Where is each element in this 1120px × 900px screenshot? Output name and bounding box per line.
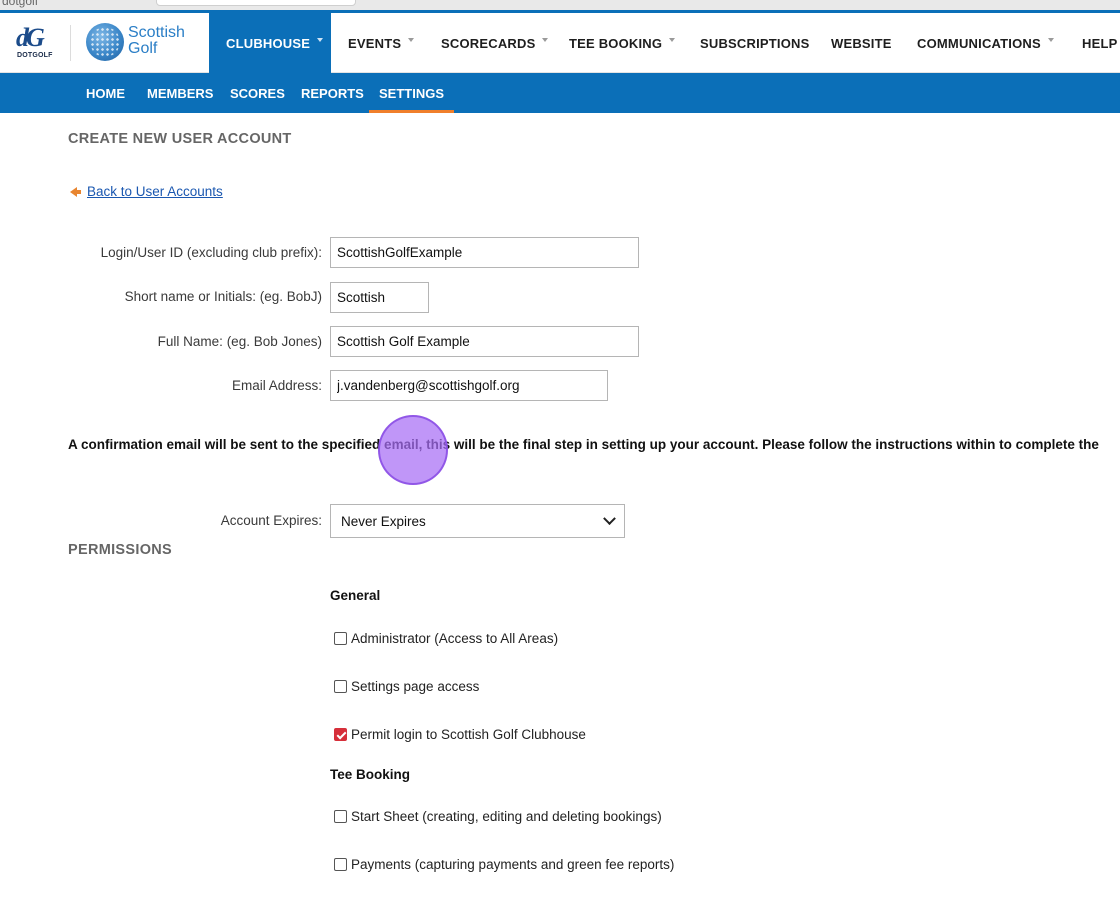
administrator-checkbox[interactable] — [334, 632, 347, 645]
click-indicator — [378, 415, 448, 485]
scottish-golf-line1: Scottish — [128, 24, 185, 41]
payments-checkbox[interactable] — [334, 858, 347, 871]
page-title: CREATE NEW USER ACCOUNT — [68, 131, 292, 147]
start-sheet-label: Start Sheet (creating, editing and delet… — [351, 809, 662, 824]
permit-login-label: Permit login to Scottish Golf Clubhouse — [351, 727, 586, 742]
full-name-label: Full Name: (eg. Bob Jones) — [157, 334, 322, 349]
login-id-input[interactable] — [330, 237, 639, 268]
chevron-down-icon — [669, 38, 676, 42]
nav-communications-label: COMMUNICATIONS — [917, 35, 1041, 51]
top-navigation: dG DOTGOLF Scottish Golf CLUBHOUSE EVENT… — [0, 13, 1120, 73]
nav-scorecards-label: SCORECARDS — [441, 35, 536, 51]
nav-tee-booking-label: TEE BOOKING — [569, 35, 663, 51]
confirmation-notice: A confirmation email will be sent to the… — [68, 437, 1099, 452]
sub-navigation: HOME MEMBERS SCORES REPORTS SETTINGS — [0, 73, 1120, 113]
nav-subscriptions-label: SUBSCRIPTIONS — [700, 35, 810, 51]
nav-communications[interactable]: COMMUNICATIONS — [917, 13, 1054, 73]
chevron-down-icon — [317, 38, 324, 42]
chevron-down-icon — [542, 38, 549, 42]
nav-scorecards[interactable]: SCORECARDS — [441, 13, 549, 73]
nav-events-label: EVENTS — [348, 35, 402, 51]
nav-events[interactable]: EVENTS — [348, 13, 415, 73]
browser-tab-text: dotgolf — [2, 0, 39, 8]
account-expires-label: Account Expires: — [220, 513, 322, 528]
login-id-label: Login/User ID (excluding club prefix): — [100, 245, 322, 260]
scottish-golf-line2: Golf — [128, 40, 158, 57]
nav-clubhouse[interactable]: CLUBHOUSE — [209, 13, 331, 73]
dotgolf-logo-text: DOTGOLF — [17, 52, 53, 59]
account-expires-select[interactable]: Never Expires — [330, 504, 625, 538]
settings-access-checkbox[interactable] — [334, 680, 347, 693]
back-to-user-accounts-link[interactable]: Back to User Accounts — [70, 184, 223, 199]
dotgolf-logo[interactable]: dG DOTGOLF — [14, 23, 58, 63]
permit-login-checkbox[interactable] — [334, 728, 347, 741]
payments-label: Payments (capturing payments and green f… — [351, 857, 675, 872]
nav-help-label: HELP — [1082, 35, 1118, 51]
email-address-label: Email Address: — [231, 378, 322, 393]
address-bar[interactable] — [156, 0, 356, 6]
nav-website-label: WEBSITE — [831, 35, 892, 51]
chevron-down-icon — [408, 38, 415, 42]
full-name-input[interactable] — [330, 326, 639, 357]
chevron-down-icon — [603, 511, 616, 525]
tee-booking-group-title: Tee Booking — [330, 767, 411, 782]
short-name-label: Short name or Initials: (eg. BobJ) — [124, 289, 322, 304]
subnav-members[interactable]: MEMBERS — [147, 73, 213, 113]
perm-start-sheet[interactable]: Start Sheet (creating, editing and delet… — [334, 809, 662, 824]
administrator-label: Administrator (Access to All Areas) — [351, 631, 559, 646]
chevron-down-icon — [1047, 38, 1054, 42]
short-name-input[interactable] — [330, 282, 429, 313]
nav-clubhouse-label: CLUBHOUSE — [226, 35, 311, 51]
nav-website[interactable]: WEBSITE — [831, 13, 892, 73]
nav-subscriptions[interactable]: SUBSCRIPTIONS — [700, 13, 810, 73]
subnav-home[interactable]: HOME — [86, 73, 125, 113]
email-address-input[interactable] — [330, 370, 608, 401]
arrow-left-icon — [70, 186, 81, 197]
scottish-golf-wordmark: Scottish Golf — [128, 25, 185, 57]
subnav-scores[interactable]: SCORES — [230, 73, 285, 113]
permissions-heading: PERMISSIONS — [68, 542, 173, 558]
perm-payments[interactable]: Payments (capturing payments and green f… — [334, 857, 674, 872]
back-link-label: Back to User Accounts — [87, 184, 223, 199]
start-sheet-checkbox[interactable] — [334, 810, 347, 823]
nav-help[interactable]: HELP — [1082, 13, 1117, 73]
perm-permit-login[interactable]: Permit login to Scottish Golf Clubhouse — [334, 727, 586, 742]
perm-settings-access[interactable]: Settings page access — [334, 679, 479, 694]
settings-access-label: Settings page access — [351, 679, 480, 694]
account-expires-value: Never Expires — [341, 513, 426, 529]
perm-administrator[interactable]: Administrator (Access to All Areas) — [334, 631, 558, 646]
subnav-reports[interactable]: REPORTS — [301, 73, 364, 113]
dotgolf-logo-mark: dG — [16, 23, 45, 52]
scottish-golf-logo[interactable]: Scottish Golf — [86, 23, 198, 63]
subnav-settings[interactable]: SETTINGS — [368, 73, 455, 113]
nav-tee-booking[interactable]: TEE BOOKING — [569, 13, 676, 73]
golf-ball-icon — [86, 23, 124, 61]
browser-chrome: dotgolf — [0, 0, 1120, 10]
logo-divider — [70, 25, 71, 61]
general-group-title: General — [330, 588, 381, 603]
